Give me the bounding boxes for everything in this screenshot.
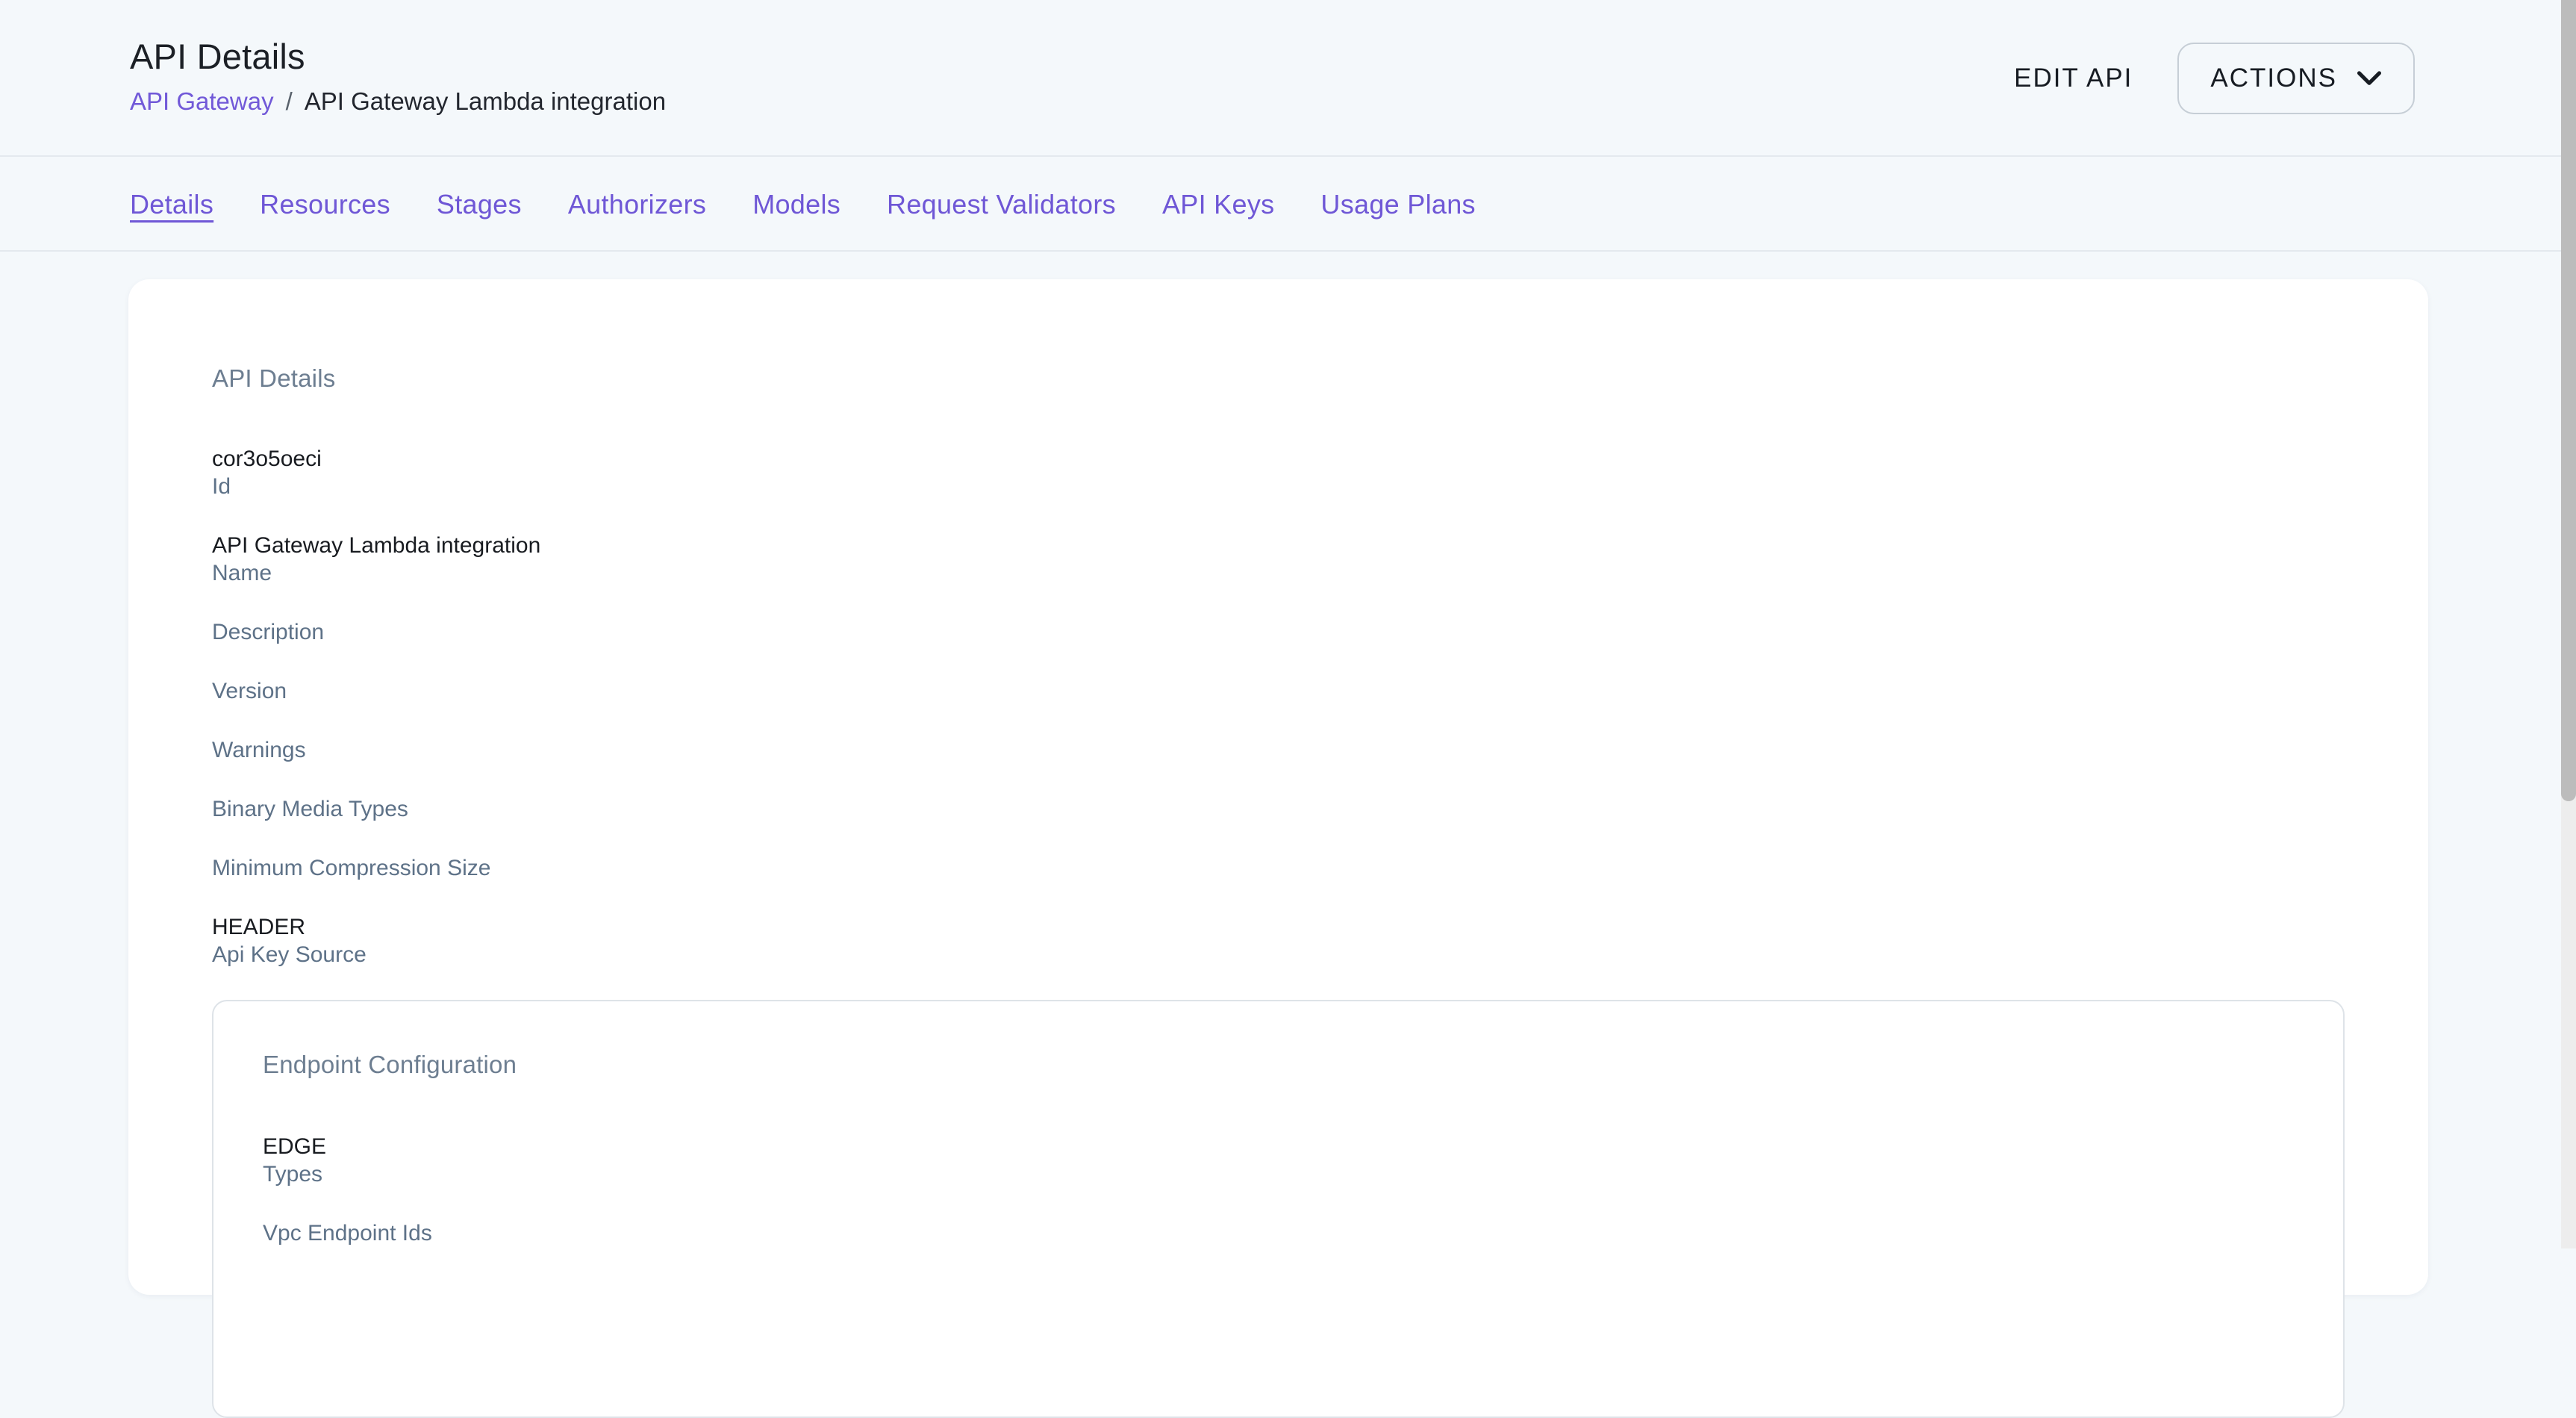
chevron-down-icon: [2357, 63, 2382, 93]
field-value-types: EDGE: [263, 1133, 2294, 1160]
tab-details[interactable]: Details: [130, 188, 213, 221]
field-label-api-key-source: Api Key Source: [212, 941, 2345, 968]
section-title-api-details: API Details: [212, 363, 2345, 394]
field-row-id: cor3o5oeci Id: [212, 445, 2345, 500]
field-row-api-key-source: HEADER Api Key Source: [212, 913, 2345, 968]
field-label-id: Id: [212, 473, 2345, 500]
edit-api-button[interactable]: EDIT API: [2014, 63, 2133, 93]
tab-authorizers[interactable]: Authorizers: [568, 188, 706, 221]
header-actions: EDIT API ACTIONS: [2014, 0, 2415, 157]
field-value-id: cor3o5oeci: [212, 445, 2345, 473]
header-title-block: API Details API Gateway / API Gateway La…: [130, 34, 666, 117]
field-row-minimum-compression-size: Minimum Compression Size: [212, 854, 2345, 882]
field-value-name: API Gateway Lambda integration: [212, 532, 2345, 559]
tab-stages[interactable]: Stages: [437, 188, 522, 221]
field-row-warnings: Warnings: [212, 736, 2345, 764]
breadcrumb-link-api-gateway[interactable]: API Gateway: [130, 86, 274, 117]
field-row-description: Description: [212, 618, 2345, 646]
field-row-version: Version: [212, 677, 2345, 705]
field-label-minimum-compression-size: Minimum Compression Size: [212, 854, 2345, 882]
tab-usage-plans[interactable]: Usage Plans: [1320, 188, 1475, 221]
tab-models[interactable]: Models: [752, 188, 841, 221]
page-header: API Details API Gateway / API Gateway La…: [0, 0, 2561, 157]
section-title-endpoint-configuration: Endpoint Configuration: [263, 1049, 2294, 1080]
actions-button[interactable]: ACTIONS: [2177, 43, 2415, 114]
breadcrumb-separator: /: [286, 86, 293, 117]
field-label-binary-media-types: Binary Media Types: [212, 795, 2345, 823]
tab-resources[interactable]: Resources: [260, 188, 390, 221]
field-label-vpc-endpoint-ids: Vpc Endpoint Ids: [263, 1219, 2294, 1247]
field-label-description: Description: [212, 618, 2345, 646]
breadcrumb-current: API Gateway Lambda integration: [305, 86, 666, 117]
page-title: API Details: [130, 34, 666, 79]
field-row-vpc-endpoint-ids: Vpc Endpoint Ids: [263, 1219, 2294, 1247]
breadcrumb: API Gateway / API Gateway Lambda integra…: [130, 86, 666, 117]
vertical-scrollbar-thumb[interactable]: [2561, 0, 2576, 801]
tab-bar: Details Resources Stages Authorizers Mod…: [0, 158, 2561, 252]
vertical-scrollbar-track[interactable]: [2561, 0, 2576, 1248]
field-row-name: API Gateway Lambda integration Name: [212, 532, 2345, 587]
field-label-name: Name: [212, 559, 2345, 587]
field-row-types: EDGE Types: [263, 1133, 2294, 1188]
field-label-types: Types: [263, 1160, 2294, 1188]
actions-button-label: ACTIONS: [2210, 63, 2337, 93]
endpoint-configuration-card: Endpoint Configuration EDGE Types Vpc En…: [212, 1000, 2345, 1418]
field-label-version: Version: [212, 677, 2345, 705]
field-row-binary-media-types: Binary Media Types: [212, 795, 2345, 823]
api-details-card: API Details cor3o5oeci Id API Gateway La…: [128, 279, 2428, 1295]
tab-request-validators[interactable]: Request Validators: [887, 188, 1116, 221]
field-label-warnings: Warnings: [212, 736, 2345, 764]
field-value-api-key-source: HEADER: [212, 913, 2345, 941]
tab-api-keys[interactable]: API Keys: [1162, 188, 1274, 221]
